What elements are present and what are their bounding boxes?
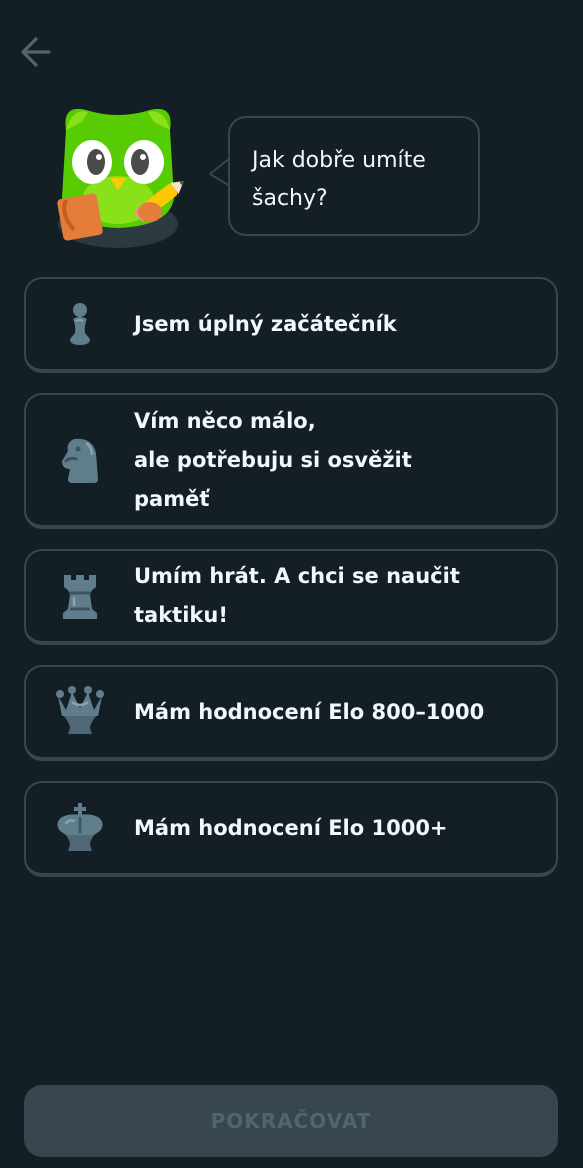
option-label: Mám hodnocení Elo 800–1000 xyxy=(134,699,485,724)
speech-bubble: Jak dobře umíte šachy? xyxy=(228,116,480,236)
option-label: Jsem úplný začátečník xyxy=(134,311,397,336)
option-label: Umím hrát. A chci se naučit taktiku! xyxy=(134,564,460,627)
arrow-left-icon xyxy=(21,37,51,67)
option-label: Vím něco málo, ale potřebuju si osvěžit … xyxy=(134,408,412,511)
question-text: Jak dobře umíte šachy? xyxy=(252,148,426,211)
option-elo-800-1000[interactable]: Mám hodnocení Elo 800–1000 xyxy=(24,665,558,761)
option-label: Mám hodnocení Elo 1000+ xyxy=(134,815,448,840)
king-icon xyxy=(26,801,134,855)
back-button[interactable] xyxy=(14,32,58,72)
skill-options-list: Jsem úplný začátečník Vím něco málo, ale… xyxy=(24,277,558,877)
pawn-icon xyxy=(26,301,134,347)
rook-icon xyxy=(26,571,134,621)
option-beginner[interactable]: Jsem úplný začátečník xyxy=(24,277,558,373)
option-can-play[interactable]: Umím hrát. A chci se naučit taktiku! xyxy=(24,549,558,645)
knight-icon xyxy=(26,435,134,485)
option-some-knowledge[interactable]: Vím něco málo, ale potřebuju si osvěžit … xyxy=(24,393,558,529)
continue-button-label: POKRAČOVAT xyxy=(210,1109,372,1133)
owl-mascot xyxy=(52,100,184,250)
queen-icon xyxy=(26,686,134,738)
continue-button[interactable]: POKRAČOVAT xyxy=(24,1085,558,1157)
option-elo-1000-plus[interactable]: Mám hodnocení Elo 1000+ xyxy=(24,781,558,877)
